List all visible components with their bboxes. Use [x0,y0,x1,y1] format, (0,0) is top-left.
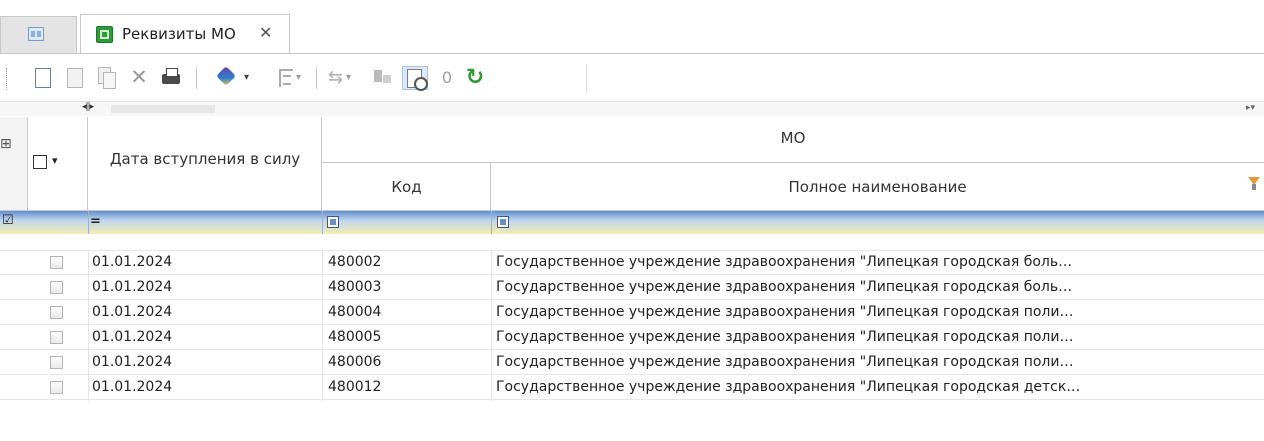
cell-kod: 480012 [328,379,382,395]
scroll-thumb[interactable] [111,105,215,113]
column-header-label: Код [391,178,422,196]
column-header-label: Полное наименование [788,178,967,196]
cell-date: 01.01.2024 [92,304,173,320]
column-header-label: Дата вступления в силу [109,150,301,168]
copy-doc-icon[interactable] [96,66,118,90]
chevron-down-icon[interactable]: ▾ [52,154,58,167]
filter-row: ☑ = [0,211,1264,234]
toolbar-grip[interactable] [6,68,9,90]
cell-date: 01.01.2024 [92,329,173,345]
toolbar-separator [316,67,317,89]
table-row[interactable]: 01.01.2024 480005 Государственное учрежд… [0,326,1264,350]
row-indicator-header: ⊞ [0,117,28,210]
filter-row-indicator[interactable]: ☑ [0,211,28,234]
row-checkbox[interactable] [50,281,63,294]
column-divider [322,251,323,401]
close-icon[interactable]: ✕ [259,23,272,42]
new-doc-icon[interactable] [32,66,54,90]
cell-date: 01.01.2024 [92,254,173,270]
form-icon [96,26,113,43]
toolbar: ✕ ▾ ▾ ⇆ ▾ 0 ↻ [0,54,1264,102]
column-divider [491,251,492,401]
column-header-kod[interactable]: Код ⁄ [322,163,557,210]
filter-operator-kod[interactable] [327,216,339,228]
edit-doc-icon[interactable] [64,66,86,90]
cell-kod: 480006 [328,354,382,370]
column-divider [88,251,89,401]
cell-name: Государственное учреждение здравоохранен… [496,304,1074,320]
print-icon[interactable] [160,66,182,90]
cell-name: Государственное учреждение здравоохранен… [496,379,1081,395]
tab-strip: Реквизиты МО ✕ [0,0,1264,54]
row-checkbox[interactable] [50,256,63,269]
tab-rekvizity-mo[interactable]: Реквизиты МО ✕ [80,14,290,54]
horizontal-scrollbar[interactable]: ◂||▸ ▸▾ [0,102,1264,116]
paperclip-icon[interactable]: 0 [436,66,458,90]
column-group-mo: МО [322,117,1264,163]
spacer-row [0,234,1264,251]
table-row[interactable]: 01.01.2024 480002 Государственное учрежд… [0,251,1264,275]
divider [322,211,323,234]
filter-edit-icon: ☑ [2,213,14,228]
chevron-down-icon[interactable]: ▾ [244,66,266,90]
cell-kod: 480005 [328,329,382,345]
cell-kod: 480002 [328,254,382,270]
row-checkbox[interactable] [50,356,63,369]
table-row[interactable]: 01.01.2024 480004 Государственное учрежд… [0,301,1264,325]
toolbar-separator [196,67,197,89]
filter-operator-date[interactable]: = [90,214,101,229]
chevron-down-icon[interactable]: ▾ [346,66,368,90]
row-checkbox[interactable] [50,381,63,394]
row-checkbox[interactable] [50,306,63,319]
hierarchy-icon[interactable] [372,66,394,90]
select-all-checkbox[interactable] [33,155,47,169]
cell-date: 01.01.2024 [92,354,173,370]
cell-name: Государственное учреждение здравоохранен… [496,254,1073,270]
cell-name: Государственное учреждение здравоохранен… [496,279,1073,295]
divider [88,211,89,234]
chevron-down-icon[interactable]: ▾ [296,66,318,90]
cell-kod: 480003 [328,279,382,295]
grid-icon [28,27,44,41]
toolbar-end [586,64,587,94]
filter-icon[interactable] [1248,177,1260,191]
brush-icon[interactable] [216,66,238,90]
row-checkbox[interactable] [50,331,63,344]
table-row[interactable]: 01.01.2024 480006 Государственное учрежд… [0,351,1264,375]
cell-name: Государственное учреждение здравоохранен… [496,354,1074,370]
cell-date: 01.01.2024 [92,379,173,395]
tree-icon[interactable] [276,66,298,90]
scroll-arrows-icon[interactable]: ◂||▸ [82,102,94,112]
table-row[interactable]: 01.01.2024 480003 Государственное учрежд… [0,276,1264,300]
column-chooser-icon[interactable]: ⊞ [0,136,12,152]
cell-name: Государственное учреждение здравоохранен… [496,329,1074,345]
cell-kod: 480004 [328,304,382,320]
filter-operator-name[interactable] [497,216,509,228]
delete-icon[interactable]: ✕ [128,66,150,90]
tab-title: Реквизиты МО [122,25,236,43]
data-grid: ◂||▸ ▸▾ ⊞ ▾ Дата вступления в силу МО Ко… [0,102,1264,441]
divider [491,211,492,234]
column-group-label: МО [780,129,806,147]
column-header-date[interactable]: Дата вступления в силу [88,117,322,210]
tab-home[interactable] [0,16,77,54]
table-row[interactable]: 01.01.2024 480012 Государственное учрежд… [0,376,1264,400]
scroll-right-icon[interactable]: ▸▾ [1246,103,1255,113]
history-icon[interactable] [402,66,428,91]
column-header-name[interactable]: Полное наименование [491,163,1264,210]
select-all-header: ▾ [28,117,88,210]
cell-date: 01.01.2024 [92,279,173,295]
refresh-icon[interactable]: ↻ [464,66,486,90]
